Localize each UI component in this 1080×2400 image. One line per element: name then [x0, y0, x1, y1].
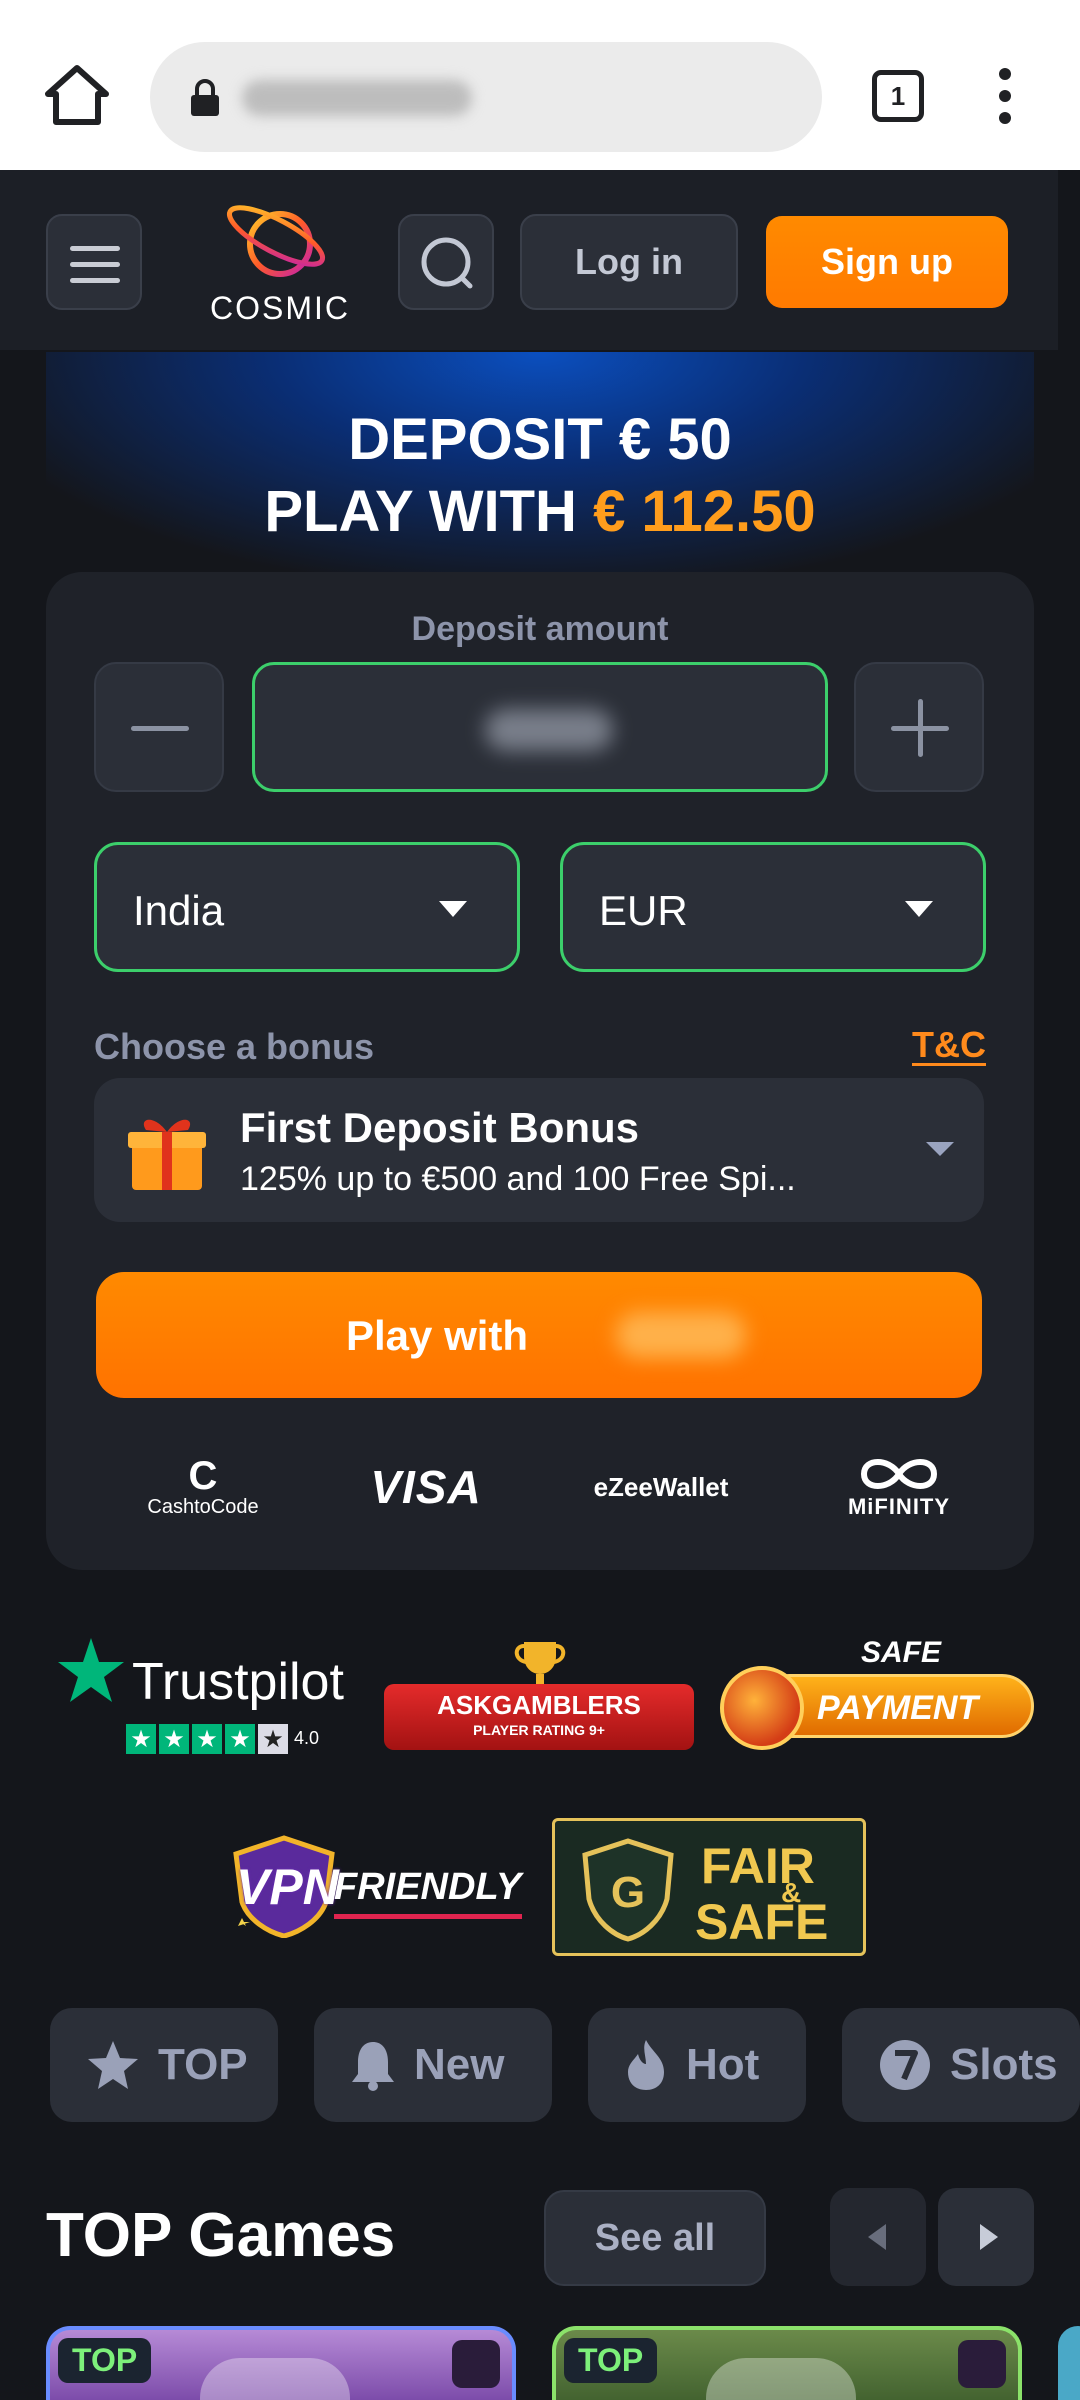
category-hot-label: Hot [686, 2040, 760, 2089]
star-icon [58, 1638, 124, 1702]
promo-line-1: DEPOSIT € 50 [348, 407, 732, 472]
seven-icon [880, 2040, 930, 2090]
cashtocode-logo: C CashtoCode [118, 1452, 288, 1522]
deposit-amount-label: Deposit amount [411, 610, 669, 648]
safe-payment-badge[interactable]: SAFE PAYMENT [718, 1636, 1036, 1750]
lock-icon [191, 79, 219, 116]
search-icon [421, 237, 473, 289]
visa-logo: VISA [370, 1461, 482, 1513]
minus-icon [131, 726, 189, 731]
terms-link[interactable]: T&C [912, 1024, 986, 1066]
deposit-amount-input[interactable] [252, 662, 828, 792]
hamburger-menu-button[interactable] [46, 214, 142, 310]
game-artwork [200, 2358, 350, 2400]
gift-icon [128, 1119, 206, 1190]
address-bar[interactable] [150, 42, 822, 152]
signup-button[interactable]: Sign up [766, 216, 1008, 308]
chevron-down-icon [926, 1142, 954, 1156]
safe-payment-bottom: PAYMENT [817, 1689, 979, 1727]
game-card[interactable]: TOP [46, 2326, 516, 2400]
section-title: TOP Games [46, 2201, 396, 2270]
login-button[interactable]: Log in [520, 214, 738, 310]
promo-bonus-amount: € 112.50 [593, 479, 816, 544]
flame-icon [628, 2040, 664, 2090]
chevron-down-icon [439, 901, 467, 917]
carousel-prev-button[interactable] [830, 2188, 926, 2286]
game-card[interactable]: TOP [552, 2326, 1022, 2400]
choose-bonus-label: Choose a bonus [94, 1026, 375, 1067]
askgamblers-title: ASKGAMBLERS [437, 1690, 641, 1720]
category-top-label: TOP [158, 2040, 248, 2089]
mifinity-text: MiFINITY [847, 1494, 951, 1519]
askgamblers-subtitle: PLAYER RATING 9+ [473, 1722, 605, 1738]
coin-icon [720, 1666, 804, 1750]
url-text-blurred [242, 80, 472, 116]
carousel-next-button[interactable] [938, 2188, 1034, 2286]
category-hot[interactable]: Hot [588, 2008, 806, 2122]
category-new[interactable]: New [314, 2008, 552, 2122]
askgamblers-badge[interactable]: ASKGAMBLERS PLAYER RATING 9+ [384, 1638, 694, 1760]
play-amount-blurred [616, 1312, 746, 1358]
deposit-card: Deposit amount India EUR Choose a bonus … [46, 572, 1034, 1570]
bonus-select[interactable]: First Deposit Bonus 125% up to €500 and … [94, 1078, 984, 1222]
chevron-left-icon [868, 2224, 886, 2250]
category-slots-label: Slots [950, 2040, 1058, 2089]
currency-value: EUR [599, 887, 688, 934]
currency-select[interactable]: EUR [560, 842, 986, 972]
play-with-button[interactable]: Play with [96, 1272, 982, 1398]
emblem-icon: G [582, 1838, 674, 1942]
bonus-title: First Deposit Bonus [240, 1104, 640, 1151]
country-value: India [133, 887, 225, 934]
browser-toolbar: 1 [0, 0, 1080, 170]
safe-payment-top: SAFE [860, 1636, 941, 1669]
vpn-word: VPN [236, 1859, 339, 1915]
chevron-down-icon [905, 901, 933, 917]
promo-line-2: PLAY WITH € 112.50 [46, 478, 1034, 545]
trustpilot-stars: ★ ★ ★ ★ ★ [126, 1724, 288, 1754]
tabs-icon[interactable]: 1 [872, 70, 924, 122]
trustpilot-rating: 4.0 [294, 1728, 320, 1748]
category-slots[interactable]: Slots [842, 2008, 1080, 2122]
increase-amount-button[interactable] [854, 662, 984, 792]
see-all-button[interactable]: See all [544, 2190, 766, 2286]
top-tag: TOP [564, 2338, 658, 2383]
site-header: COSMIC Log in Sign up [0, 170, 1058, 350]
bonus-description: 125% up to €500 and 100 Free Spi... [240, 1160, 796, 1198]
friendly-word: FRIENDLY [334, 1866, 522, 1908]
top-tag: TOP [58, 2338, 152, 2383]
trustpilot-badge[interactable]: Trustpilot ★ ★ ★ ★ ★ 4.0 [56, 1632, 356, 1758]
infinity-icon [860, 1459, 938, 1489]
ezeewallet-logo: eZeeWallet [593, 1471, 729, 1502]
cashtocode-mark: C [188, 1453, 218, 1498]
trustpilot-name: Trustpilot [132, 1653, 344, 1711]
play-with-label: Play with [346, 1312, 529, 1359]
decrease-amount-button[interactable] [94, 662, 224, 792]
safe-word: SAFE [695, 1894, 829, 1950]
bell-icon [352, 2042, 394, 2091]
category-new-label: New [414, 2040, 505, 2089]
country-select[interactable]: India [94, 842, 520, 972]
trophy-icon [958, 2340, 1006, 2388]
category-top[interactable]: TOP [50, 2008, 278, 2122]
fair-safe-badge[interactable]: G FAIR & SAFE [552, 1818, 866, 1956]
amount-value-blurred [485, 709, 613, 751]
trophy-icon [452, 2340, 500, 2388]
promo-banner: DEPOSIT € 50 PLAY WITH € 112.50 [46, 352, 1034, 572]
cosmic-logo[interactable]: COSMIC [196, 192, 364, 342]
game-artwork [706, 2358, 856, 2400]
planet-icon [226, 205, 326, 277]
logo-text: COSMIC [210, 290, 350, 326]
chevron-right-icon [980, 2224, 998, 2250]
more-vert-icon[interactable] [990, 68, 1020, 124]
mifinity-logo: MiFINITY [824, 1452, 974, 1522]
svg-text:G: G [611, 1868, 645, 1917]
promo-line-2-prefix: PLAY WITH [264, 479, 594, 544]
cashtocode-text: CashtoCode [147, 1495, 259, 1518]
game-card[interactable] [1058, 2326, 1080, 2400]
search-button[interactable] [398, 214, 494, 310]
vpn-friendly-badge[interactable]: VPN FRIENDLY [220, 1830, 522, 1940]
star-icon [88, 2041, 138, 2089]
home-icon[interactable] [42, 62, 112, 128]
